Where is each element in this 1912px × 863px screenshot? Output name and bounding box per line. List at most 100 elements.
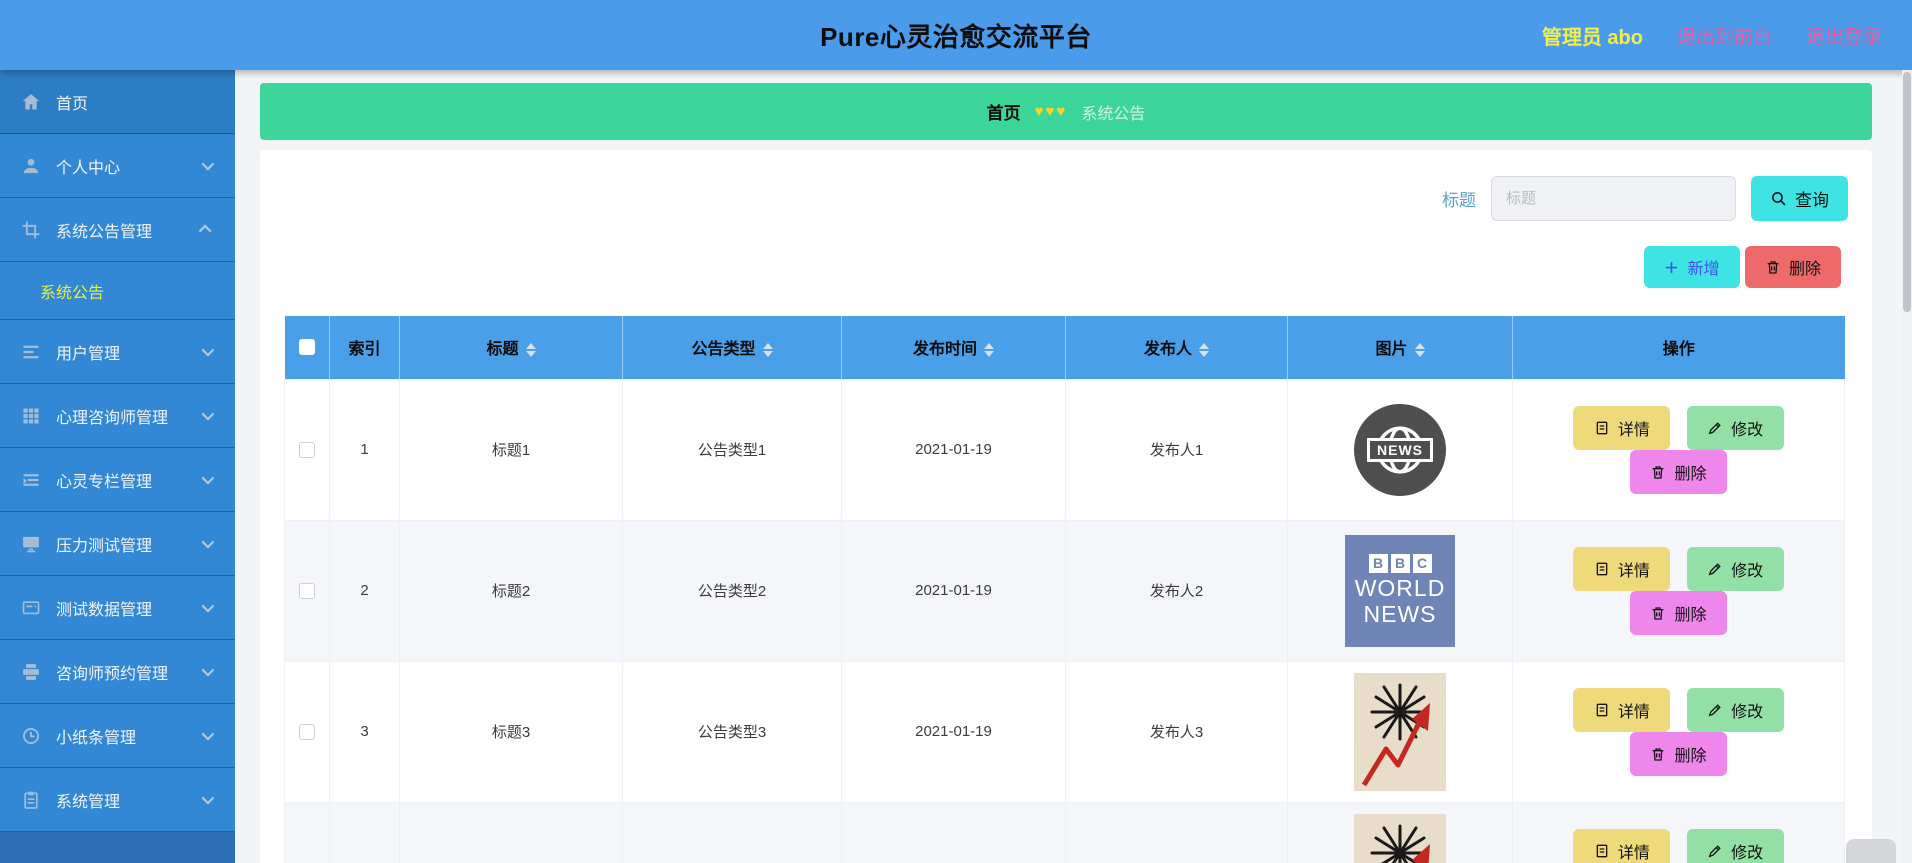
cell-index: [329, 801, 400, 863]
row-checkbox[interactable]: [299, 442, 315, 459]
pencil-icon: [1707, 420, 1723, 436]
edit-button[interactable]: 修改: [1686, 546, 1784, 591]
doc-icon: [1594, 561, 1610, 577]
logout-link[interactable]: 退出登录: [1806, 22, 1882, 49]
cell-type: 公告类型2: [622, 519, 842, 662]
row-checkbox[interactable]: [299, 724, 315, 741]
sidebar-item-system-mgmt[interactable]: 系统管理: [0, 768, 235, 832]
sidebar-subitem-label: 系统公告: [40, 284, 105, 302]
sidebar-subitem-announcement-active[interactable]: 系统公告: [0, 262, 235, 320]
sidebar-item-label: 个人中心: [56, 159, 121, 177]
clipboard-icon: [20, 789, 41, 810]
cell-date: 2021-01-19: [841, 660, 1066, 803]
breadcrumb-home[interactable]: 首页: [987, 99, 1021, 124]
delete-button[interactable]: 删除: [1630, 449, 1727, 494]
header-index: 索引: [329, 316, 400, 379]
cell-publisher: 发布人2: [1065, 519, 1288, 662]
sidebar-item-announcement-mgmt[interactable]: 系统公告管理: [0, 198, 235, 262]
admin-user-label: 管理员 abo: [1541, 26, 1643, 49]
search-row: 标题 查询: [284, 176, 1848, 221]
sidebar-item-label: 小纸条管理: [56, 729, 137, 747]
sidebar-item-personal-center[interactable]: 个人中心: [0, 134, 235, 198]
news-image-label: NEWS: [1367, 437, 1433, 462]
header-date-sortable[interactable]: 发布时间: [841, 316, 1066, 379]
table-row: 详情 修改 删除: [284, 801, 1845, 863]
trash-icon: [1765, 259, 1781, 275]
cell-type: [622, 801, 842, 863]
bulk-delete-button[interactable]: 删除: [1745, 246, 1841, 288]
announcement-image-bbc: B B C WORLD NEWS: [1345, 534, 1455, 647]
doc-icon: [1594, 420, 1610, 436]
edit-button[interactable]: 修改: [1686, 405, 1784, 450]
chevron-down-icon: [201, 471, 215, 485]
sidebar-item-label: 心灵专栏管理: [56, 473, 153, 491]
header-type-sortable[interactable]: 公告类型: [622, 316, 842, 379]
page-title: Pure心灵治愈交流平台: [820, 21, 1092, 52]
cell-publisher: 发布人1: [1065, 378, 1288, 521]
detail-button[interactable]: 详情: [1573, 828, 1671, 863]
scrollbar-track[interactable]: [1902, 70, 1912, 863]
edit-button[interactable]: 修改: [1686, 828, 1784, 863]
sidebar-item-column-mgmt[interactable]: 心灵专栏管理: [0, 448, 235, 512]
detail-button[interactable]: 详情: [1573, 687, 1671, 732]
detail-button[interactable]: 详情: [1573, 405, 1671, 450]
sidebar-item-label: 心理咨询师管理: [56, 409, 169, 427]
header-image-sortable[interactable]: 图片: [1287, 316, 1513, 379]
detail-button[interactable]: 详情: [1573, 546, 1671, 591]
header-publisher-sortable[interactable]: 发布人: [1065, 316, 1288, 379]
delete-button[interactable]: 删除: [1630, 731, 1727, 776]
bbc-letter: C: [1412, 553, 1432, 573]
add-button[interactable]: 新增: [1644, 246, 1740, 288]
chevron-down-icon: [201, 663, 215, 677]
sidebar-footer: [0, 832, 235, 863]
search-icon: [1770, 190, 1787, 207]
outdent-icon: [20, 469, 41, 490]
sort-icon[interactable]: [1199, 343, 1209, 358]
exit-to-front-link[interactable]: 退出到前台: [1677, 22, 1772, 49]
sidebar-item-label: 系统管理: [56, 793, 121, 811]
sidebar-item-test-data-mgmt[interactable]: 测试数据管理: [0, 576, 235, 640]
pencil-icon: [1707, 561, 1723, 577]
announcement-image-news-globe: NEWS: [1354, 403, 1446, 496]
chevron-down-icon: [201, 343, 215, 357]
sort-icon[interactable]: [525, 343, 536, 358]
edit-button[interactable]: 修改: [1686, 687, 1784, 732]
cell-title: [399, 801, 623, 863]
scrollbar-thumb[interactable]: [1903, 72, 1911, 312]
sidebar-item-stress-test-mgmt[interactable]: 压力测试管理: [0, 512, 235, 576]
sidebar-item-label: 首页: [56, 95, 89, 113]
search-field-label: 标题: [1442, 191, 1476, 210]
sidebar-item-note-mgmt[interactable]: 小纸条管理: [0, 704, 235, 768]
bbc-word: NEWS: [1363, 600, 1437, 627]
message-icon: [20, 597, 41, 618]
row-checkbox[interactable]: [299, 583, 315, 600]
sort-icon[interactable]: [984, 343, 994, 358]
pencil-icon: [1707, 702, 1723, 718]
select-all-header: [284, 316, 330, 379]
bulk-delete-label: 删除: [1788, 261, 1821, 278]
cell-date: 2021-01-19: [841, 519, 1066, 662]
cell-date: [841, 801, 1066, 863]
trash-icon: [1650, 464, 1666, 480]
cell-title: 标题1: [399, 378, 623, 521]
sort-icon[interactable]: [762, 343, 773, 358]
sidebar-item-home[interactable]: 首页: [0, 70, 235, 134]
sidebar-item-user-mgmt[interactable]: 用户管理: [0, 320, 235, 384]
chevron-down-icon: [201, 407, 215, 421]
header-title-sortable[interactable]: 标题: [399, 316, 623, 379]
title-search-input[interactable]: [1491, 176, 1736, 221]
sidebar-item-label: 系统公告管理: [56, 223, 153, 241]
cell-index: 3: [329, 660, 400, 803]
delete-button[interactable]: 删除: [1630, 590, 1727, 635]
sidebar-item-counselor-mgmt[interactable]: 心理咨询师管理: [0, 384, 235, 448]
back-to-top-button[interactable]: [1846, 839, 1896, 863]
clock-icon: [20, 725, 41, 746]
hearts-icon: ♥♥♥: [1034, 103, 1068, 120]
select-all-checkbox[interactable]: [298, 339, 315, 356]
sort-icon[interactable]: [1414, 343, 1425, 358]
sidebar-item-appointment-mgmt[interactable]: 咨询师预约管理: [0, 640, 235, 704]
breadcrumb-banner: 首页 ♥♥♥ 系统公告: [260, 83, 1872, 140]
pencil-icon: [1707, 843, 1723, 859]
query-button[interactable]: 查询: [1751, 176, 1848, 221]
chevron-up-icon: [198, 224, 212, 238]
